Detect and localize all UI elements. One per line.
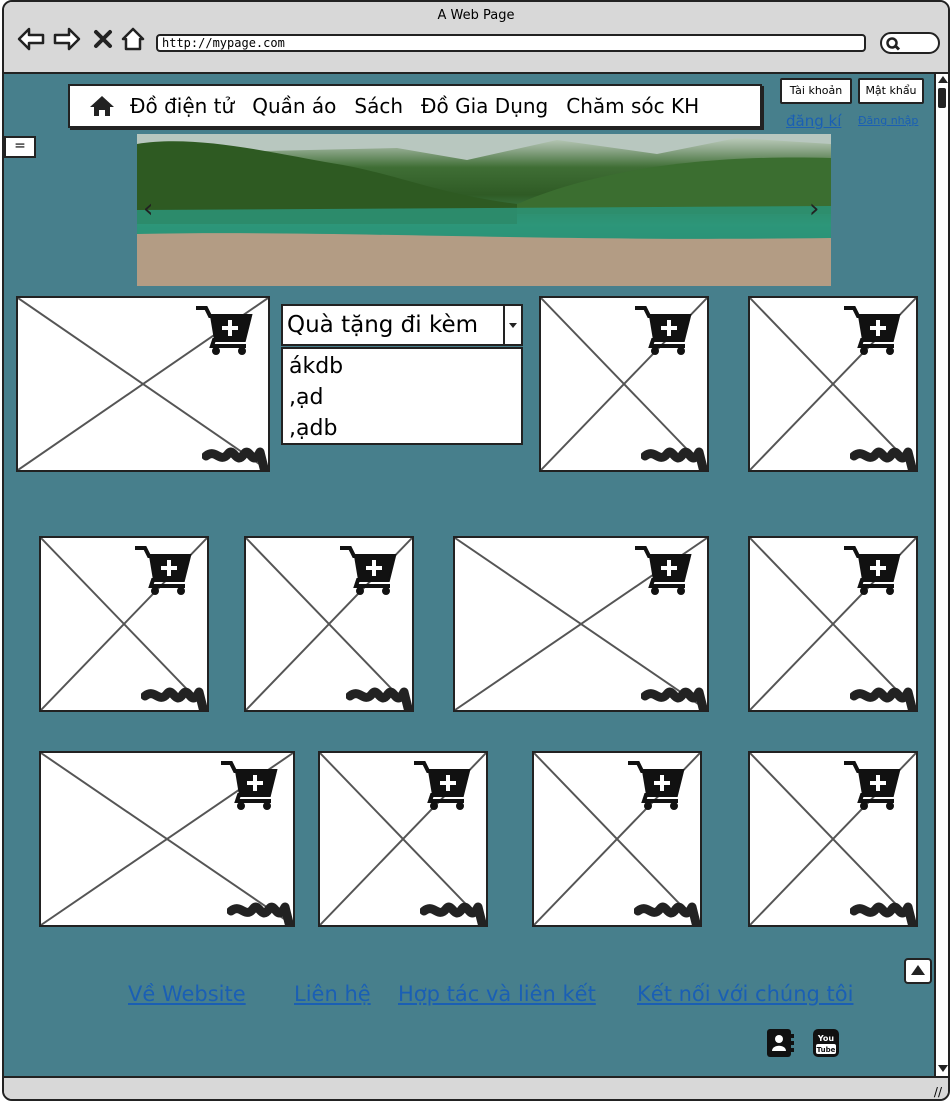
add-to-cart-icon[interactable] — [842, 302, 902, 356]
resize-grip-icon[interactable]: // — [934, 1085, 942, 1099]
scroll-down-icon[interactable] — [938, 1065, 948, 1072]
footer-link-partnership[interactable]: Hợp tác và liên kết — [398, 982, 596, 1006]
nav-item-books[interactable]: Sách — [354, 94, 403, 118]
register-link[interactable]: đăng kí — [786, 112, 841, 130]
contact-book-icon[interactable] — [766, 1028, 794, 1058]
product-card[interactable] — [244, 536, 414, 712]
password-button[interactable]: Mật khẩu — [858, 78, 924, 104]
product-card[interactable] — [748, 751, 918, 927]
scribble-mark — [641, 687, 707, 710]
address-bar[interactable]: http://mypage.com — [156, 34, 866, 52]
username-button[interactable]: Tài khoản — [780, 78, 852, 104]
search-icon — [886, 37, 901, 51]
product-card[interactable] — [16, 296, 270, 472]
product-card[interactable] — [748, 296, 918, 472]
scribble-mark — [202, 447, 268, 470]
scribble-mark — [641, 447, 707, 470]
nav-item-household[interactable]: Đồ Gia Dụng — [421, 94, 548, 118]
gift-options-list: ákdb ,ạd ,ạdb — [281, 347, 523, 445]
add-to-cart-icon[interactable] — [338, 542, 398, 596]
scribble-mark — [420, 902, 486, 925]
add-to-cart-icon[interactable] — [194, 302, 254, 356]
product-card[interactable] — [318, 751, 488, 927]
add-to-cart-icon[interactable] — [842, 542, 902, 596]
add-to-cart-icon[interactable] — [133, 542, 193, 596]
add-to-cart-icon[interactable] — [219, 757, 279, 811]
banner-prev-icon[interactable]: ‹ — [143, 194, 153, 224]
home-icon[interactable] — [88, 94, 116, 118]
scroll-to-top-button[interactable] — [904, 958, 932, 984]
chevron-down-icon[interactable] — [503, 306, 521, 344]
gift-dropdown[interactable]: Quà tặng đi kèm — [281, 304, 523, 346]
nav-item-clothing[interactable]: Quần áo — [252, 94, 336, 118]
gift-option[interactable]: ,ạd — [289, 382, 521, 413]
svg-text:Tube: Tube — [817, 1046, 836, 1054]
scribble-mark — [227, 902, 293, 925]
product-card[interactable] — [532, 751, 702, 927]
product-card[interactable] — [39, 751, 295, 927]
gift-dropdown-value: Quà tặng đi kèm — [287, 312, 479, 338]
scrollbar-thumb[interactable] — [938, 88, 946, 108]
vertical-scrollbar[interactable] — [934, 74, 948, 1076]
product-card[interactable] — [39, 536, 209, 712]
home-nav-icon[interactable] — [118, 24, 148, 54]
add-to-cart-icon[interactable] — [633, 302, 693, 356]
scribble-mark — [634, 902, 700, 925]
scribble-mark — [850, 447, 916, 470]
nav-item-electronics[interactable]: Đồ điện tử — [130, 94, 234, 118]
youtube-icon[interactable]: You Tube — [812, 1028, 840, 1058]
login-link[interactable]: Đăng nhập — [858, 114, 918, 127]
scribble-mark — [141, 687, 207, 710]
status-bar: // — [4, 1076, 948, 1099]
footer-link-connect[interactable]: Kết nối với chúng tôi — [637, 982, 853, 1006]
add-to-cart-icon[interactable] — [626, 757, 686, 811]
banner-next-icon[interactable]: › — [809, 194, 819, 224]
forward-icon[interactable] — [52, 24, 82, 54]
scribble-mark — [850, 687, 916, 710]
window-title: A Web Page — [437, 8, 515, 23]
back-icon[interactable] — [16, 24, 46, 54]
add-to-cart-icon[interactable] — [633, 542, 693, 596]
footer-link-about[interactable]: Về Website — [128, 982, 246, 1006]
footer-link-contact[interactable]: Liên hệ — [294, 982, 371, 1006]
sidebar-toggle-button[interactable]: = — [4, 136, 36, 158]
product-card[interactable] — [453, 536, 709, 712]
close-icon[interactable] — [88, 24, 118, 54]
gift-option[interactable]: ,ạdb — [289, 413, 521, 444]
browser-chrome: A Web Page http://mypage.com — [4, 2, 948, 74]
browser-window: A Web Page http://mypage.com Đồ điện tử … — [2, 0, 950, 1101]
scroll-up-icon[interactable] — [938, 76, 948, 83]
add-to-cart-icon[interactable] — [842, 757, 902, 811]
nav-item-customer-care[interactable]: Chăm sóc KH — [566, 94, 699, 118]
add-to-cart-icon[interactable] — [412, 757, 472, 811]
scribble-mark — [346, 687, 412, 710]
gift-option[interactable]: ákdb — [289, 351, 521, 382]
landscape-art — [137, 134, 831, 286]
svg-text:You: You — [817, 1034, 835, 1043]
browser-search-field[interactable] — [880, 32, 940, 54]
page-content: Đồ điện tử Quần áo Sách Đồ Gia Dụng Chăm… — [4, 74, 934, 1076]
main-nav: Đồ điện tử Quần áo Sách Đồ Gia Dụng Chăm… — [68, 84, 762, 128]
product-card[interactable] — [539, 296, 709, 472]
scribble-mark — [850, 902, 916, 925]
product-card[interactable] — [748, 536, 918, 712]
banner-image: ‹ › — [137, 134, 831, 286]
